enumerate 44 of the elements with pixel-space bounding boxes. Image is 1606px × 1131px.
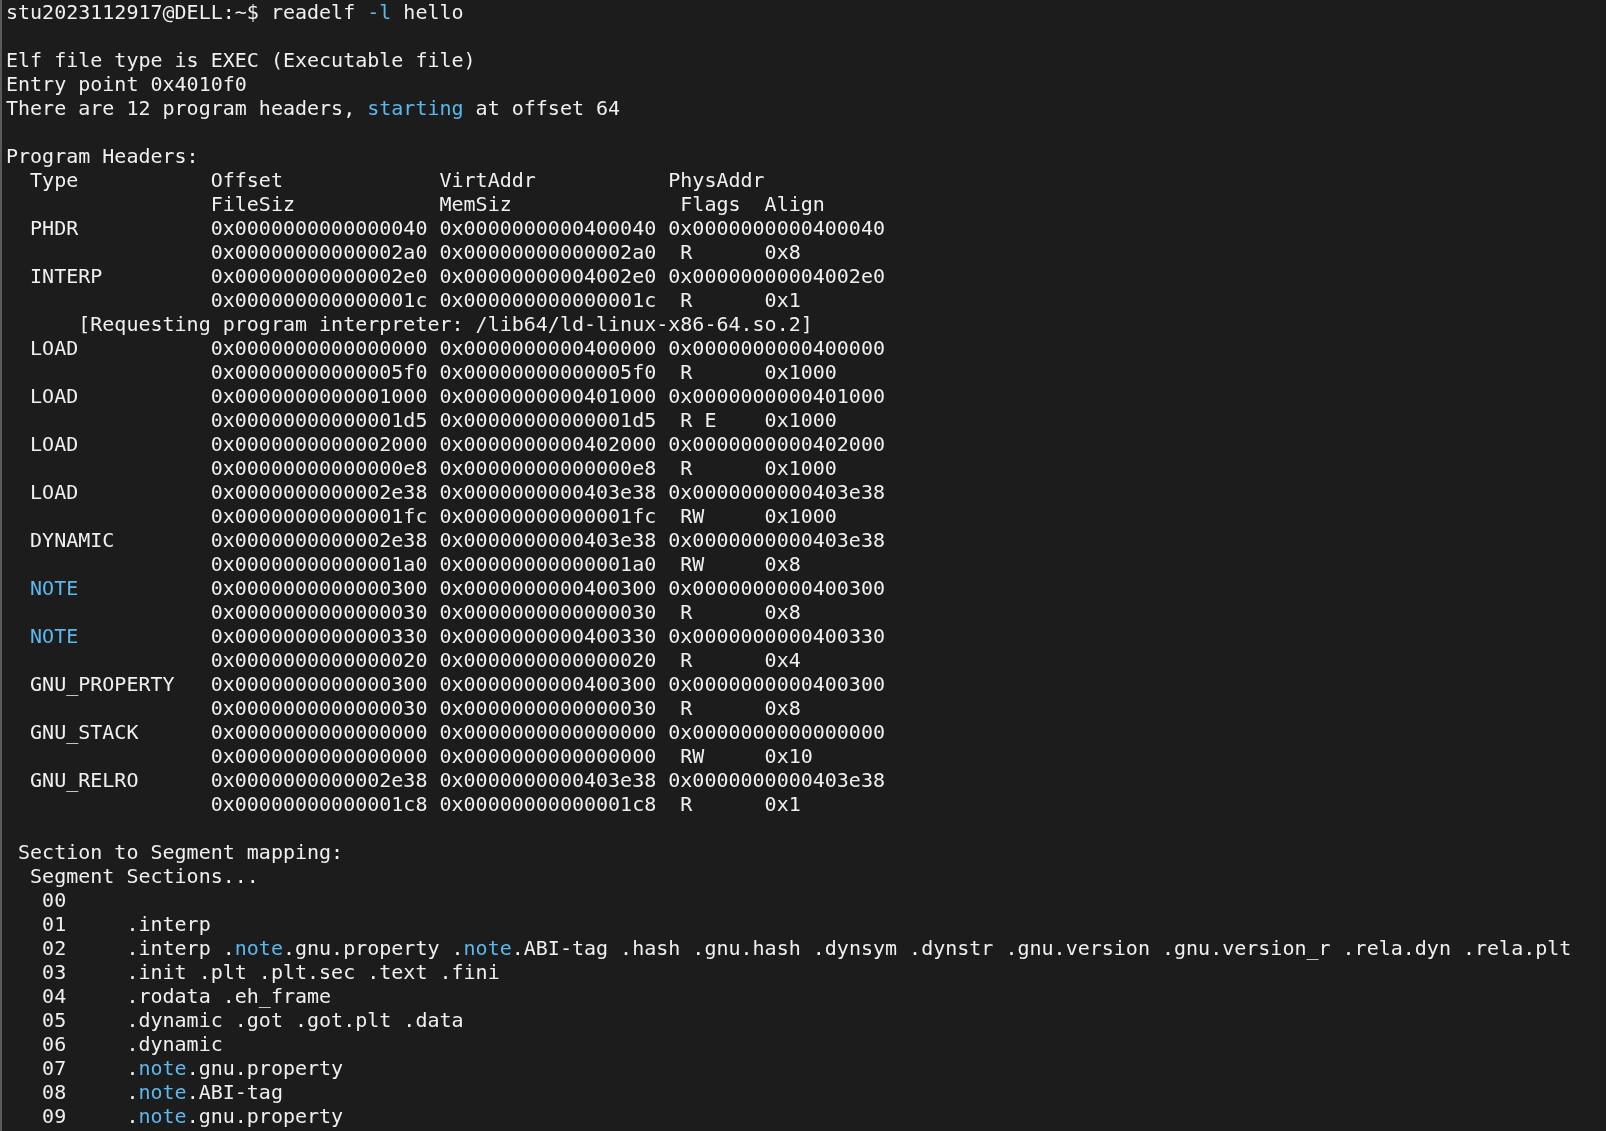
terminal-line: 0x00000000000002a0 0x00000000000002a0 R 0x8 (209, 240, 801, 264)
terminal-line: Elf file type is EXEC (Executable file) (6, 48, 476, 72)
terminal-line: 0x00000000000001c8 0x00000000000001c8 R 0x1 (209, 792, 801, 816)
terminal-line: Entry point 0x4010f0 (6, 72, 247, 96)
terminal-line: LOAD 0x0000000000002e38 0x0000000000403e38 0x0000000000403e38 (29, 480, 885, 504)
terminal-line: 0x00000000000005f0 0x00000000000005f0 R 0x1000 (209, 360, 837, 384)
terminal-line: Segment Sections... (29, 864, 259, 888)
terminal-line: [Requesting program interpreter: /lib64/ld-linux-x86-64.so.2] (77, 312, 813, 336)
terminal-line: 07 .note.gnu.property (41, 1056, 344, 1080)
terminal-line: GNU_PROPERTY 0x0000000000000300 0x0000000000400300 0x0000000000400300 (29, 672, 885, 696)
terminal-line: LOAD 0x0000000000001000 0x0000000000401000 0x0000000000401000 (29, 384, 885, 408)
terminal-line: PHDR 0x0000000000000040 0x0000000000400040 0x0000000000400040 (29, 216, 885, 240)
terminal-line: NOTE 0x0000000000000330 0x0000000000400330 0x0000000000400330 (29, 624, 885, 648)
terminal-line: LOAD 0x0000000000002000 0x0000000000402000 0x0000000000402000 (29, 432, 885, 456)
terminal-line: 01 .interp (41, 912, 211, 936)
terminal-line: 0x00000000000001fc 0x00000000000001fc RW 0x1000 (209, 504, 837, 528)
terminal-line: 03 .init .plt .plt.sec .text .fini (41, 960, 500, 984)
terminal-line: 0x00000000000001a0 0x00000000000001a0 RW 0x8 (209, 552, 801, 576)
terminal-line: 02 .interp .note.gnu.property .note.ABI-tag .hash .gnu.hash .dynsym .dynstr .gnu.version .gnu.version_r .rela.dyn .rela.plt (41, 936, 1572, 960)
terminal-line: FileSiz MemSiz Flags Align (209, 192, 825, 216)
terminal-line: GNU_STACK 0x0000000000000000 0x0000000000000000 0x0000000000000000 (29, 720, 885, 744)
terminal-line: There are 12 program headers, starting at offset 64 (6, 96, 621, 120)
terminal-line: Type Offset VirtAddr PhysAddr (29, 168, 765, 192)
terminal-line: INTERP 0x00000000000002e0 0x00000000004002e0 0x00000000004002e0 (29, 264, 885, 288)
terminal-line: 0x000000000000001c 0x000000000000001c R 0x1 (209, 288, 801, 312)
terminal-line: 05 .dynamic .got .got.plt .data (41, 1008, 464, 1032)
terminal-line: Section to Segment mapping: (17, 840, 344, 864)
terminal-line: Program Headers: (6, 144, 199, 168)
terminal-line: GNU_RELRO 0x0000000000002e38 0x0000000000403e38 0x0000000000403e38 (29, 768, 885, 792)
terminal-line: stu2023112917@DELL:~$ readelf -l hello (6, 0, 464, 24)
terminal-line: 0x00000000000000e8 0x00000000000000e8 R 0x1000 (209, 456, 837, 480)
terminal-line: 09 .note.gnu.property (41, 1104, 344, 1128)
terminal-line: 0x00000000000001d5 0x00000000000001d5 R E 0x1000 (209, 408, 837, 432)
terminal-line: 0x0000000000000030 0x0000000000000030 R 0x8 (209, 696, 801, 720)
terminal-line: 08 .note.ABI-tag (41, 1080, 283, 1104)
terminal-line: DYNAMIC 0x0000000000002e38 0x0000000000403e38 0x0000000000403e38 (29, 528, 885, 552)
terminal-line: NOTE 0x0000000000000300 0x0000000000400300 0x0000000000400300 (29, 576, 885, 600)
terminal-line: 06 .dynamic (41, 1032, 223, 1056)
terminal-line: 0x0000000000000000 0x0000000000000000 RW 0x10 (209, 744, 813, 768)
terminal-line: 0x0000000000000020 0x0000000000000020 R 0x4 (209, 648, 801, 672)
terminal-line: 04 .rodata .eh_frame (41, 984, 332, 1008)
terminal-line: 0x0000000000000030 0x0000000000000030 R 0x8 (209, 600, 801, 624)
terminal-line: LOAD 0x0000000000000000 0x0000000000400000 0x0000000000400000 (29, 336, 885, 360)
terminal-line: 00 (41, 888, 67, 912)
